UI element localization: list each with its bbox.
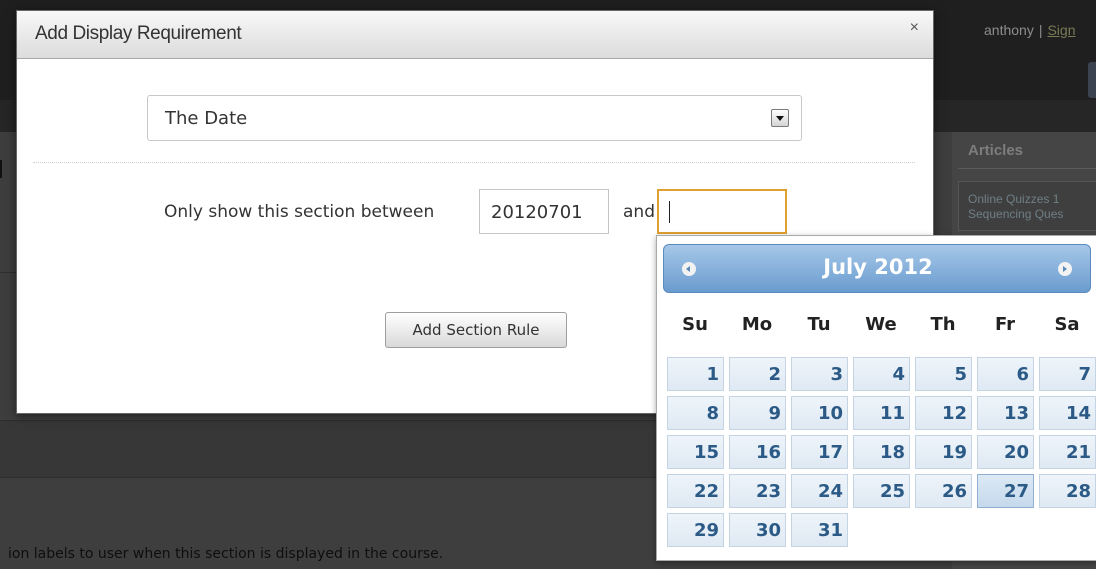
article-link-line1: Online Quizzes 1	[968, 192, 1060, 206]
articles-divider	[958, 168, 1096, 169]
calendar-day[interactable]: 26	[915, 474, 972, 508]
calendar-day[interactable]: 21	[1039, 435, 1096, 469]
calendar-day[interactable]: 1	[667, 357, 724, 391]
calendar-day[interactable]: 15	[667, 435, 724, 469]
weekday-header: Tu	[807, 314, 831, 335]
calendar-day[interactable]: 29	[667, 513, 724, 547]
weekday-header: Fr	[994, 314, 1016, 335]
calendar-day[interactable]: 2	[729, 357, 786, 391]
calendar-day[interactable]: 17	[791, 435, 848, 469]
calendar-day[interactable]: 20	[977, 435, 1034, 469]
weekday-header: Mo	[741, 314, 773, 335]
next-month-icon[interactable]	[1058, 262, 1072, 276]
calendar-day[interactable]: 9	[729, 396, 786, 430]
add-section-rule-button[interactable]: Add Section Rule	[385, 312, 567, 348]
calendar-day[interactable]: 11	[853, 396, 910, 430]
user-menu-separator: |	[1038, 22, 1043, 38]
calendar-day[interactable]: 4	[853, 357, 910, 391]
calendar-day[interactable]: 14	[1039, 396, 1096, 430]
calendar-day[interactable]: 23	[729, 474, 786, 508]
calendar-day[interactable]: 25	[853, 474, 910, 508]
background-help-text: ion labels to user when this section is …	[8, 546, 444, 562]
datepicker-header: July 2012	[663, 244, 1091, 293]
dialog-header: Add Display Requirement ×	[17, 11, 933, 59]
calendar-day[interactable]: 3	[791, 357, 848, 391]
rule-label: Only show this section between	[164, 202, 435, 222]
article-link-line2: Sequencing Ques	[968, 207, 1064, 221]
end-date-input[interactable]	[657, 189, 787, 234]
calendar-day[interactable]: 19	[915, 435, 972, 469]
calendar-day[interactable]: 22	[667, 474, 724, 508]
calendar-day[interactable]: 5	[915, 357, 972, 391]
background-marker	[0, 160, 2, 178]
close-icon[interactable]: ×	[910, 19, 919, 37]
weekday-header: Sa	[1054, 314, 1080, 335]
datepicker-month-title: July 2012	[823, 255, 933, 279]
article-link[interactable]: Online Quizzes 1 Sequencing Ques	[968, 192, 1096, 222]
calendar-day[interactable]: 18	[853, 435, 910, 469]
weekday-header: Th	[930, 314, 956, 335]
calendar-day[interactable]: 7	[1039, 357, 1096, 391]
calendar-day[interactable]: 30	[729, 513, 786, 547]
calendar-day[interactable]: 10	[791, 396, 848, 430]
calendar-day[interactable]: 24	[791, 474, 848, 508]
dialog-title: Add Display Requirement	[35, 23, 242, 44]
requirement-type-value: The Date	[165, 108, 248, 129]
calendar-day[interactable]: 13	[977, 396, 1034, 430]
requirement-type-select[interactable]: The Date	[147, 95, 802, 141]
user-name: anthony	[984, 22, 1034, 38]
calendar-day[interactable]: 6	[977, 357, 1034, 391]
and-label: and	[623, 202, 655, 222]
weekday-header: Su	[682, 314, 708, 335]
calendar-day[interactable]: 8	[667, 396, 724, 430]
weekday-header: We	[865, 314, 897, 335]
background-nav-button[interactable]	[1088, 62, 1096, 98]
calendar-day-today[interactable]: 27	[977, 474, 1034, 508]
text-cursor	[669, 201, 670, 223]
articles-heading: Articles	[968, 142, 1024, 159]
calendar-day[interactable]: 12	[915, 396, 972, 430]
start-date-input[interactable]: 20120701	[479, 189, 609, 234]
user-menu: anthony | Sign	[984, 22, 1076, 38]
calendar-day[interactable]: 28	[1039, 474, 1096, 508]
calendar-day[interactable]: 31	[791, 513, 848, 547]
sign-out-link[interactable]: Sign	[1047, 22, 1075, 38]
dialog-divider	[33, 162, 915, 163]
calendar-day[interactable]: 16	[729, 435, 786, 469]
chevron-down-icon[interactable]	[771, 109, 789, 127]
datepicker-popup: July 2012 Su Mo Tu We Th Fr Sa 1 2 3 4 5 6 7 8 9 10 11 12 1…	[656, 235, 1096, 561]
